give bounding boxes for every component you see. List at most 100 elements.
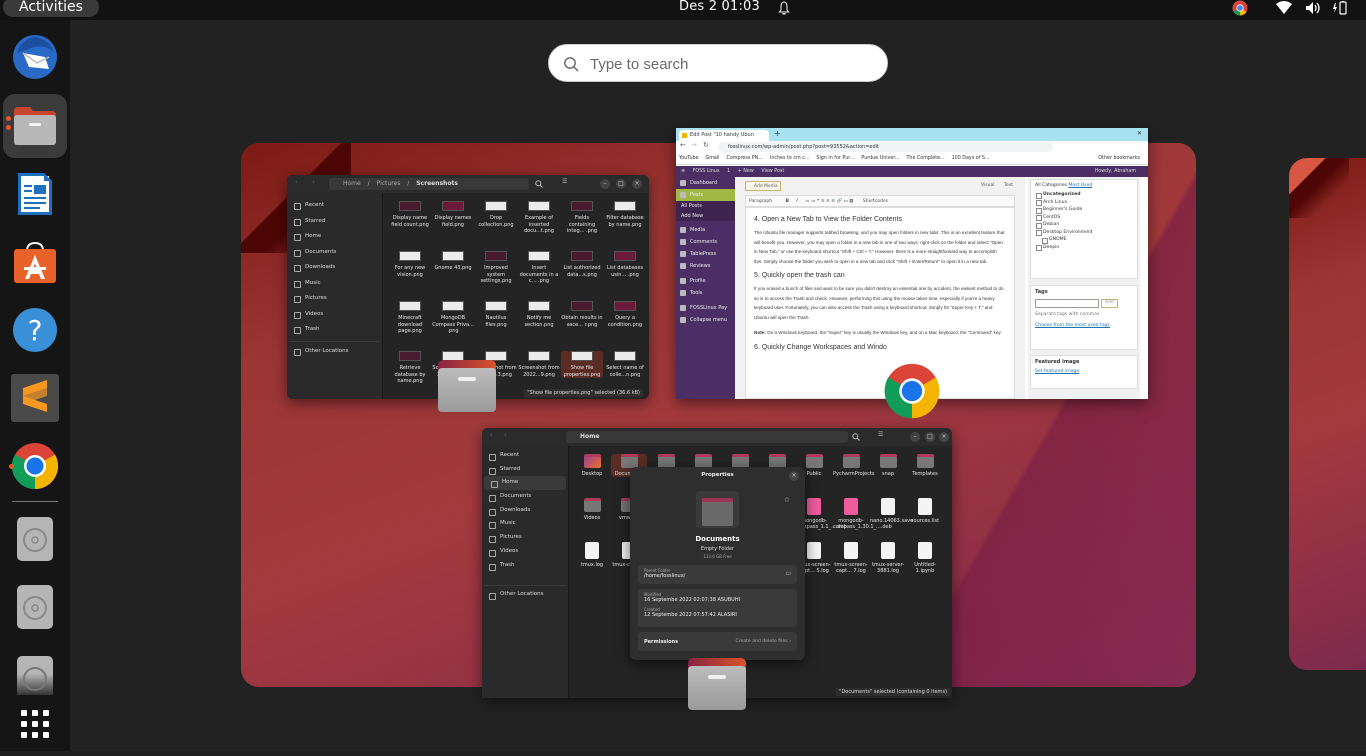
most-used-tags-link[interactable]: Choose from the most used tags [1035,323,1110,328]
wp-menu-item[interactable]: Dashboard [676,177,735,189]
tab-text[interactable]: Text [1004,183,1013,188]
maximize-button[interactable]: □ [616,179,626,189]
bookmark-item[interactable]: Purdue Univer... [861,156,899,161]
volume-icon[interactable] [1305,1,1321,15]
dock-item-disc-2[interactable] [3,575,67,639]
close-button[interactable]: × [789,471,799,481]
wp-menu-item[interactable]: FOSSLinux Pay [676,302,735,314]
bookmark-item[interactable]: The Complete... [906,156,944,161]
sidebar-item-trash[interactable]: Trash [287,322,382,338]
wp-menu-item[interactable]: Profile [676,275,735,287]
bookmark-item[interactable]: YouTube [679,156,699,161]
list-button[interactable]: ≔ ≔ ❝ ≡ ≡ ≡ 🔗 ▭ ▦ [805,199,853,204]
tab-most-used[interactable]: Most Used [1068,183,1092,188]
sidebar-item-recent[interactable]: Recent [482,449,568,463]
breadcrumb[interactable]: Home / Pictures / Screenshots [329,178,529,190]
sidebar-item-starred[interactable]: Starred [287,214,382,230]
chrome-tray-icon[interactable] [1232,0,1248,16]
bookmark-item[interactable]: Gmail [706,156,720,161]
minimize-button[interactable]: – [910,432,920,442]
forward-button[interactable]: → [691,141,697,149]
file-item[interactable]: Nautilus files.png [475,301,517,328]
set-featured-image-link[interactable]: Set featured image [1035,369,1079,374]
dock-item-files[interactable] [3,94,67,158]
file-item[interactable]: Query a condition.png [604,301,646,328]
bookmark-item[interactable]: 100 Days of S... [952,156,990,161]
category-checkbox[interactable]: GNOME [1041,236,1133,244]
file-item[interactable]: Insert documents in a c... .png [518,251,560,285]
dock-item-sublime-text[interactable] [3,366,67,430]
add-media-button[interactable]: Add Media [745,181,781,191]
activities-button[interactable]: Activities [3,0,99,17]
bookmark-item[interactable]: Compress PN... [727,156,763,161]
file-item[interactable]: Drop collection.png [475,201,517,228]
close-button[interactable]: × [632,179,642,189]
file-item[interactable]: Improved system settings.png [475,251,517,285]
file-item[interactable]: Videos [574,498,610,521]
wp-menu-item[interactable]: Reviews [676,260,735,272]
file-item[interactable]: Show file properties.png [561,351,603,378]
search-icon[interactable] [535,180,543,188]
overview-search[interactable] [548,44,888,82]
dock-item-thunderbird[interactable] [3,25,67,89]
view-options-icon[interactable]: ☰ [562,178,567,185]
wp-new-link[interactable]: + New [738,169,754,174]
file-item[interactable]: MongoDB Compass Priva... .png [432,301,474,335]
file-item[interactable]: snap [870,454,906,477]
wp-menu-item[interactable]: All Posts [676,201,735,211]
battery-icon[interactable] [1332,0,1348,16]
category-checkbox[interactable]: Beginner's Guide [1035,206,1133,214]
wp-view-post-link[interactable]: View Post [761,169,784,174]
sidebar-item-home[interactable]: Home [484,476,566,491]
sidebar-item-music[interactable]: Music [287,276,382,292]
breadcrumb-home[interactable]: Home [580,433,599,440]
dock-item-libreoffice-writer[interactable] [3,162,67,226]
forward-button[interactable]: › [504,431,507,439]
file-item[interactable]: Display names field.png [432,201,474,228]
file-item[interactable]: Minecraft download page.png [389,301,431,335]
dock-item-google-chrome[interactable] [3,434,67,498]
permissions-row[interactable]: Permissions Create and delete files › [638,632,797,651]
properties-dialog[interactable]: Properties × ☆ Documents Empty Folder 11… [630,467,805,660]
sidebar-item-videos[interactable]: Videos [287,307,382,323]
wp-comments-count[interactable]: 1 [727,169,730,174]
file-item[interactable]: Retrieve database by name.png [389,351,431,385]
close-window-button[interactable]: ✕ [1137,130,1142,137]
sidebar-item-starred[interactable]: Starred [482,463,568,477]
tab-visual[interactable]: Visual [981,183,994,188]
file-item[interactable]: List authorized data...s.png [561,251,603,278]
bookmark-item[interactable]: Other bookmarks [1098,153,1140,165]
category-checkbox[interactable]: Deepin [1035,244,1133,252]
wp-howdy[interactable]: Howdy, Abraham [1095,166,1136,177]
sidebar-item-other-locations[interactable]: Other Locations [482,588,568,602]
wp-menu-item[interactable]: TablePress [676,248,735,260]
back-button[interactable]: ‹ [295,178,298,186]
dock-item-ubuntu-software[interactable] [3,230,67,294]
breadcrumb-screenshots[interactable]: Screenshots [416,180,458,187]
file-item[interactable]: Example of inserted docu...t.png [518,201,560,235]
file-item[interactable]: Screenshot from 2022...9.png [518,351,560,378]
wp-menu-item[interactable]: Posts [676,189,735,201]
wp-menu-item[interactable]: Add New [676,211,735,221]
sidebar-item-music[interactable]: Music [482,517,568,531]
sidebar-item-pictures[interactable]: Pictures [287,291,382,307]
url-bar[interactable]: fosslinux.com/wp-admin/post.php?post=935… [718,142,1053,152]
parent-folder-row[interactable]: Parent Folder /home/fosslinux/ ▭ [638,565,797,584]
wp-menu-item[interactable]: Collapse menu [676,314,735,326]
file-item[interactable]: mongodb-compass_1.30.1_....deb [833,498,892,530]
sidebar-item-trash[interactable]: Trash [482,559,568,573]
file-item[interactable]: List databases usin... .png [604,251,646,278]
forward-button[interactable]: › [312,178,315,186]
dock-item-disc-1[interactable] [3,507,67,571]
file-item[interactable]: Desktop [574,454,610,477]
file-item[interactable]: Templates [907,454,943,477]
dock-item-help[interactable]: ? [3,298,67,362]
breadcrumb-home[interactable]: Home [343,180,361,187]
file-item[interactable]: For any new vision.png [389,251,431,278]
sidebar-item-home[interactable]: Home [287,229,382,245]
shortcodes-select[interactable]: Shortcodes [863,199,888,204]
open-folder-icon[interactable]: ▭ [785,570,791,577]
view-options-icon[interactable]: ☰ [878,431,883,438]
wp-menu-item[interactable]: Tools [676,287,735,299]
wifi-icon[interactable] [1276,1,1292,15]
